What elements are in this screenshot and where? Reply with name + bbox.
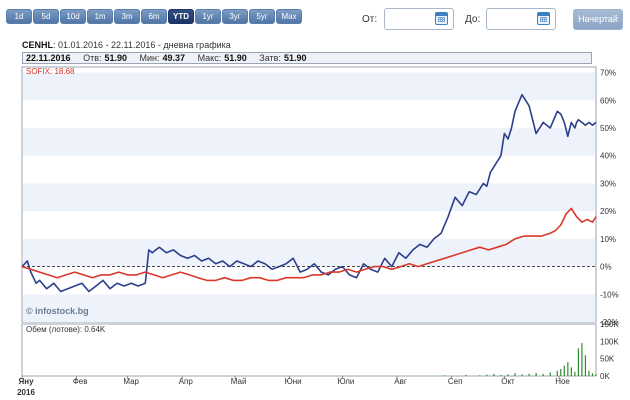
- x-tick-label: Май: [231, 377, 247, 386]
- x-tick-label: Юни: [285, 377, 302, 386]
- x-axis-year: 2016: [17, 388, 35, 397]
- volume-bar: [549, 372, 551, 376]
- volume-label: Обем (лотове): 0.64K: [26, 325, 106, 334]
- volume-bar: [507, 374, 509, 376]
- volume-bar: [521, 374, 523, 376]
- x-tick-label: Апр: [179, 377, 194, 386]
- volume-bar: [584, 355, 587, 376]
- volume-tick-label: 50K: [600, 355, 615, 364]
- volume-bar: [570, 367, 572, 376]
- volume-bar: [588, 370, 590, 376]
- volume-bar: [443, 375, 446, 376]
- x-tick-label: Яну: [18, 377, 34, 386]
- x-tick-label: Окт: [501, 377, 515, 386]
- grid-band: [23, 72, 595, 101]
- volume-bar: [577, 348, 579, 376]
- volume-panel: [21, 323, 597, 377]
- volume-bar: [581, 343, 583, 376]
- volume-bar: [560, 369, 562, 376]
- volume-tick-label: 150K: [600, 320, 619, 329]
- x-tick-label: Мар: [123, 377, 139, 386]
- volume-bar: [479, 375, 481, 376]
- y-tick-label: 60%: [600, 96, 616, 105]
- benchmark-label: SOFIX: 18.68: [26, 67, 75, 76]
- volume-bar: [574, 371, 576, 376]
- volume-bar: [528, 373, 530, 376]
- volume-bar: [542, 373, 544, 376]
- volume-bar: [465, 374, 467, 376]
- copyright-watermark: © infostock.bg: [26, 306, 89, 316]
- volume-bar: [500, 374, 502, 376]
- y-tick-label: -10%: [600, 290, 619, 299]
- x-tick-label: Юли: [338, 377, 355, 386]
- y-tick-label: 30%: [600, 179, 616, 188]
- y-tick-label: 40%: [600, 152, 616, 161]
- volume-bar: [595, 374, 597, 376]
- volume-tick-label: 0K: [600, 372, 610, 381]
- volume-bar: [591, 373, 594, 376]
- y-tick-label: 10%: [600, 235, 616, 244]
- x-tick-label: Авг: [394, 377, 407, 386]
- volume-bar: [567, 362, 569, 376]
- y-tick-label: 20%: [600, 207, 616, 216]
- volume-bar: [486, 374, 488, 376]
- volume-tick-label: 100K: [600, 337, 619, 346]
- price-chart: 70%60%50%40%30%20%10%0%-10%-20%150K100K5…: [17, 66, 619, 397]
- volume-bar: [514, 373, 516, 376]
- grid-band: [23, 294, 595, 322]
- grid-band: [23, 183, 595, 212]
- y-tick-label: 0%: [600, 263, 612, 272]
- volume-bar: [535, 372, 537, 376]
- y-tick-label: 50%: [600, 124, 616, 133]
- grid-band: [23, 127, 595, 156]
- volume-bar: [563, 365, 565, 376]
- y-tick-label: 70%: [600, 69, 616, 78]
- x-tick-label: Фев: [73, 377, 88, 386]
- x-tick-label: Сеп: [448, 377, 463, 386]
- volume-bar: [493, 373, 495, 376]
- x-tick-label: Ное: [555, 377, 570, 386]
- volume-bar: [556, 370, 558, 376]
